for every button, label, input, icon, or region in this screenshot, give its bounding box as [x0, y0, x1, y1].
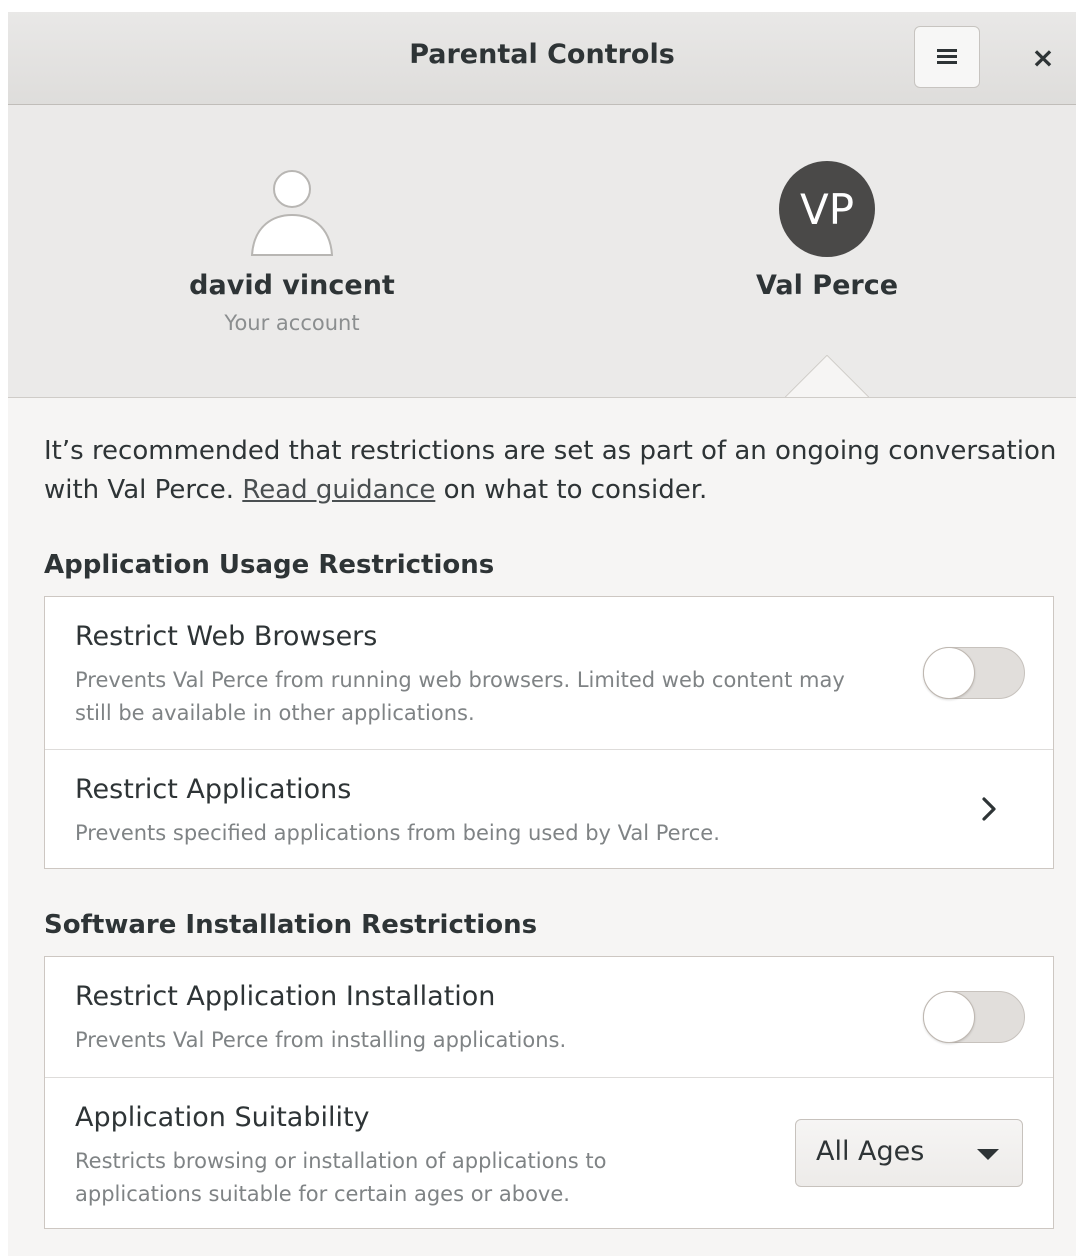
restrict-web-browsers-switch[interactable] — [923, 647, 1025, 699]
guidance-text-end: on what to consider. — [435, 475, 708, 505]
selected-user-pointer — [785, 355, 869, 397]
section-title-installation: Software Installation Restrictions — [44, 910, 538, 940]
close-button[interactable]: × — [1018, 26, 1068, 88]
avatar: VP — [779, 161, 875, 257]
row-description: Prevents specified applications from bei… — [75, 821, 720, 845]
section-title-usage: Application Usage Restrictions — [44, 550, 495, 580]
user-selector: david vincent Your account VP Val Perce — [8, 105, 1076, 398]
row-title: Restrict Application Installation — [75, 981, 496, 1012]
restrict-application-installation-switch[interactable] — [923, 991, 1025, 1043]
row-title: Application Suitability — [75, 1102, 370, 1133]
row-restrict-application-installation: Restrict Application Installation Preven… — [45, 957, 1053, 1077]
switch-knob — [923, 991, 975, 1043]
parental-controls-window: Parental Controls × david vincent Your a… — [8, 12, 1076, 1256]
read-guidance-link[interactable]: Read guidance — [242, 475, 435, 505]
generic-person-icon — [250, 170, 334, 256]
usage-restrictions-list: Restrict Web Browsers Prevents Val Perce… — [44, 596, 1054, 869]
row-application-suitability: Application Suitability Restricts browsi… — [45, 1077, 1053, 1229]
row-description: Prevents Val Perce from running web brow… — [75, 668, 845, 725]
row-restrict-applications[interactable]: Restrict Applications Prevents specified… — [45, 749, 1053, 869]
row-description: Restricts browsing or installation of ap… — [75, 1149, 607, 1206]
installation-restrictions-list: Restrict Application Installation Preven… — [44, 956, 1054, 1229]
main-menu-button[interactable] — [914, 26, 980, 88]
user-val-perce[interactable]: VP Val Perce — [677, 105, 977, 365]
user-subtitle: Your account — [224, 311, 360, 335]
row-restrict-web-browsers: Restrict Web Browsers Prevents Val Perce… — [45, 597, 1053, 749]
user-name: david vincent — [189, 270, 395, 301]
user-david-vincent[interactable]: david vincent Your account — [142, 105, 442, 365]
close-icon: × — [1031, 40, 1055, 74]
guidance-text: It’s recommended that restrictions are s… — [44, 432, 1064, 510]
row-description: Prevents Val Perce from installing appli… — [75, 1028, 567, 1052]
age-suitability-dropdown[interactable]: All Ages — [795, 1119, 1023, 1187]
chevron-right-icon — [982, 797, 996, 821]
dropdown-selected-value: All Ages — [816, 1136, 925, 1167]
row-title: Restrict Web Browsers — [75, 621, 378, 652]
switch-knob — [923, 647, 975, 699]
header-bar: Parental Controls × — [8, 12, 1076, 105]
hamburger-menu-icon — [937, 49, 957, 65]
user-name: Val Perce — [755, 270, 899, 301]
row-title: Restrict Applications — [75, 774, 352, 805]
dropdown-arrow-icon — [977, 1149, 999, 1160]
